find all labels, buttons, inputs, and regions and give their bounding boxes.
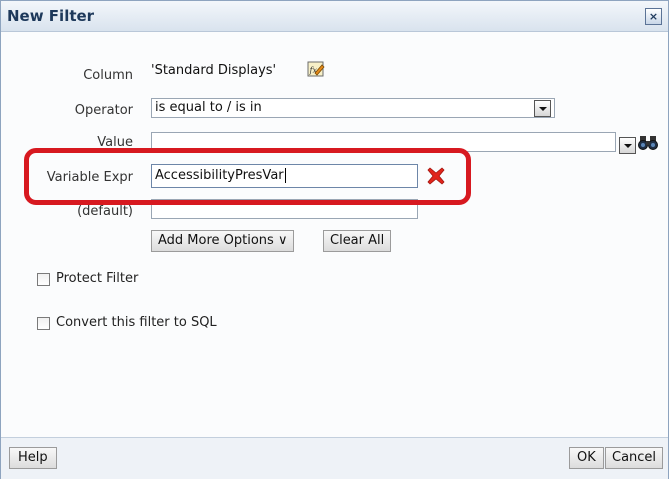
value-dropdown-arrow-icon[interactable] <box>619 137 636 154</box>
edit-formula-icon[interactable]: fx <box>307 60 325 78</box>
add-more-options-button[interactable]: Add More Options ∨ <box>151 230 295 252</box>
operator-dropdown-arrow-icon[interactable] <box>534 100 551 117</box>
new-filter-dialog: New Filter × Column 'Standard Displays' … <box>0 0 669 479</box>
operator-select[interactable]: is equal to / is in <box>151 98 555 118</box>
cancel-button[interactable]: Cancel <box>605 447 664 469</box>
protect-filter-label[interactable]: Protect Filter <box>56 271 138 286</box>
clear-all-button[interactable]: Clear All <box>323 230 392 252</box>
dialog-titlebar: New Filter × <box>1 1 668 32</box>
convert-to-sql-label[interactable]: Convert this filter to SQL <box>56 315 217 330</box>
search-binoculars-icon[interactable] <box>638 134 658 152</box>
annotation-highlight-box <box>24 148 471 205</box>
ok-button[interactable]: OK <box>569 447 604 469</box>
column-value: 'Standard Displays' <box>151 63 277 78</box>
operator-select-value: is equal to / is in <box>155 100 262 115</box>
dialog-footer: Help OK Cancel <box>1 437 668 479</box>
protect-filter-checkbox[interactable] <box>37 273 50 286</box>
close-button[interactable]: × <box>645 8 662 25</box>
convert-to-sql-checkbox[interactable] <box>37 317 50 330</box>
column-label: Column <box>83 68 133 83</box>
help-button[interactable]: Help <box>9 447 57 469</box>
dialog-title: New Filter <box>7 7 95 25</box>
operator-label: Operator <box>74 103 133 118</box>
default-label: (default) <box>77 204 133 219</box>
